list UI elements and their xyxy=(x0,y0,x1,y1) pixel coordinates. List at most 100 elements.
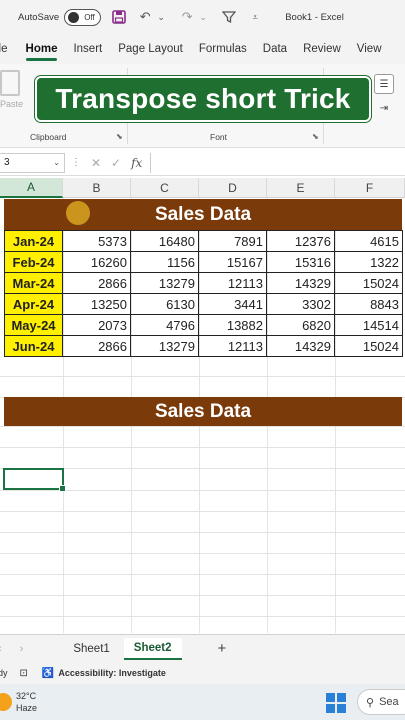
value-cell[interactable]: 2866 xyxy=(62,335,131,357)
column-header-f[interactable]: F xyxy=(335,178,405,198)
value-cell[interactable]: 1322 xyxy=(334,251,403,273)
value-cell[interactable]: 3302 xyxy=(266,293,335,315)
ribbon-tabs: ile Home Insert Page Layout Formulas Dat… xyxy=(0,34,405,64)
month-cell[interactable]: Feb-24 xyxy=(4,251,63,273)
title-bar: AutoSave Off ↶ ⌄ ↷ ⌄ ⩡ Book1 - Excel xyxy=(0,0,405,34)
grid-line xyxy=(0,376,405,377)
value-cell[interactable]: 16480 xyxy=(130,230,199,252)
month-cell[interactable]: Jan-24 xyxy=(4,230,63,252)
undo-icon[interactable]: ↶ xyxy=(137,9,153,25)
worksheet-grid[interactable]: A B C D E F Sales Data Jan-24 5373 16480… xyxy=(0,178,405,633)
value-cell[interactable]: 13279 xyxy=(130,272,199,294)
weather-widget[interactable]: 32°C Haze xyxy=(16,690,37,714)
chevron-left-icon[interactable]: ‹ xyxy=(0,643,2,655)
toggle-knob xyxy=(68,11,80,23)
search-icon: ⚲ xyxy=(366,696,375,709)
value-cell[interactable]: 4796 xyxy=(130,314,199,336)
align-text-icon[interactable]: ☰ xyxy=(374,74,394,94)
redo-icon[interactable]: ↷ xyxy=(179,9,195,25)
document-title: Book1 - Excel xyxy=(285,11,344,23)
month-cell[interactable]: Jun-24 xyxy=(4,335,63,357)
value-cell[interactable]: 3441 xyxy=(198,293,267,315)
formula-bar: 3 ⌄ ⋮ ✕ ✓ fx xyxy=(0,150,405,176)
autosave-toggle[interactable]: Off xyxy=(64,8,102,26)
table-row: May-24 2073 4796 13882 6820 14514 xyxy=(4,314,403,336)
value-cell[interactable]: 13250 xyxy=(62,293,131,315)
value-cell[interactable]: 12113 xyxy=(198,335,267,357)
enter-icon[interactable]: ✓ xyxy=(111,156,121,170)
indent-icon[interactable]: ⇥ xyxy=(374,98,394,118)
grid-line xyxy=(0,447,405,448)
value-cell[interactable]: 1156 xyxy=(130,251,199,273)
active-cell[interactable] xyxy=(3,468,66,492)
name-box[interactable]: 3 ⌄ xyxy=(0,152,65,173)
column-header-a[interactable]: A xyxy=(0,178,63,198)
accessibility-icon[interactable]: ♿ xyxy=(42,668,54,679)
value-cell[interactable]: 15024 xyxy=(334,335,403,357)
clipboard-launcher-icon[interactable]: ⬊ xyxy=(116,132,123,141)
filter-icon[interactable] xyxy=(221,9,237,25)
formula-input[interactable] xyxy=(150,152,405,173)
sun-icon[interactable] xyxy=(0,693,12,711)
insert-function-icon[interactable]: fx xyxy=(131,156,142,170)
tab-formulas[interactable]: Formulas xyxy=(199,43,247,55)
sheet-tab-sheet2[interactable]: Sheet2 xyxy=(123,637,182,660)
video-title-banner: Transpose short Trick xyxy=(35,76,371,122)
save-icon[interactable] xyxy=(111,9,127,25)
tab-review[interactable]: Review xyxy=(303,43,341,55)
windows-start-icon[interactable] xyxy=(326,693,346,713)
tab-home[interactable]: Home xyxy=(25,43,57,61)
column-header-b[interactable]: B xyxy=(63,178,131,198)
redo-dropdown-icon[interactable]: ⌄ xyxy=(195,9,211,25)
value-cell[interactable]: 15167 xyxy=(198,251,267,273)
value-cell[interactable]: 12113 xyxy=(198,272,267,294)
value-cell[interactable]: 7891 xyxy=(198,230,267,252)
table-row: Jun-24 2866 13279 12113 14329 15024 xyxy=(4,335,403,357)
column-header-d[interactable]: D xyxy=(199,178,267,198)
sales-data-table: Jan-24 5373 16480 7891 12376 4615 Feb-24… xyxy=(4,230,403,357)
tab-page-layout[interactable]: Page Layout xyxy=(118,43,183,55)
more-options-icon[interactable]: ⋮ xyxy=(71,157,81,168)
add-sheet-button[interactable]: + xyxy=(218,640,227,657)
customize-toolbar-icon[interactable]: ⩡ xyxy=(247,9,263,25)
value-cell[interactable]: 15316 xyxy=(266,251,335,273)
month-cell[interactable]: May-24 xyxy=(4,314,63,336)
value-cell[interactable]: 2073 xyxy=(62,314,131,336)
value-cell[interactable]: 16260 xyxy=(62,251,131,273)
value-cell[interactable]: 6130 xyxy=(130,293,199,315)
value-cell[interactable]: 2866 xyxy=(62,272,131,294)
font-launcher-icon[interactable]: ⬊ xyxy=(312,132,319,141)
value-cell[interactable]: 6820 xyxy=(266,314,335,336)
value-cell[interactable]: 15024 xyxy=(334,272,403,294)
value-cell[interactable]: 12376 xyxy=(266,230,335,252)
value-cell[interactable]: 4615 xyxy=(334,230,403,252)
undo-dropdown-icon[interactable]: ⌄ xyxy=(153,9,169,25)
value-cell[interactable]: 14329 xyxy=(266,335,335,357)
month-cell[interactable]: Mar-24 xyxy=(4,272,63,294)
cancel-icon[interactable]: ✕ xyxy=(91,156,101,170)
tab-view[interactable]: View xyxy=(357,43,382,55)
value-cell[interactable]: 14329 xyxy=(266,272,335,294)
column-headers: A B C D E F xyxy=(0,178,405,198)
month-cell[interactable]: Apr-24 xyxy=(4,293,63,315)
tab-data[interactable]: Data xyxy=(263,43,287,55)
temperature: 32°C xyxy=(16,691,37,701)
value-cell[interactable]: 13882 xyxy=(198,314,267,336)
tab-file[interactable]: ile xyxy=(0,43,8,55)
paste-button[interactable]: Paste xyxy=(0,70,23,120)
sheet-tab-sheet1[interactable]: Sheet1 xyxy=(63,639,119,659)
mouse-cursor-highlight xyxy=(66,201,90,225)
value-cell[interactable]: 14514 xyxy=(334,314,403,336)
value-cell[interactable]: 13279 xyxy=(130,335,199,357)
value-cell[interactable]: 5373 xyxy=(62,230,131,252)
grid-line xyxy=(0,595,405,596)
column-header-e[interactable]: E xyxy=(267,178,335,198)
macro-icon[interactable]: ⊡ xyxy=(20,668,28,679)
value-cell[interactable]: 8843 xyxy=(334,293,403,315)
status-bar: dy ⊡ ♿ Accessibility: Investigate xyxy=(0,662,405,684)
chevron-right-icon[interactable]: › xyxy=(20,643,24,655)
accessibility-status[interactable]: Accessibility: Investigate xyxy=(58,668,166,678)
column-header-c[interactable]: C xyxy=(131,178,199,198)
taskbar-search[interactable]: ⚲ Sea xyxy=(357,689,405,715)
tab-insert[interactable]: Insert xyxy=(73,43,102,55)
